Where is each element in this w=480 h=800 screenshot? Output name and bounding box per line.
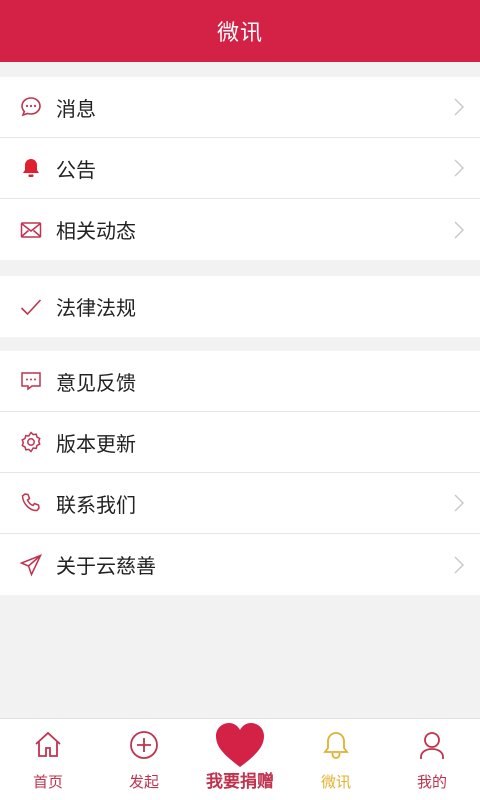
menu-item-label: 联系我们 (56, 492, 136, 517)
tab-home[interactable]: 首页 (0, 719, 96, 800)
tab-news[interactable]: 微讯 (288, 719, 384, 800)
checkmark-icon (18, 294, 44, 320)
menu-item-label: 相关动态 (56, 219, 136, 243)
bell-icon (320, 729, 352, 761)
envelope-icon (18, 217, 44, 243)
menu-item-announcements[interactable]: 公告 (0, 138, 480, 199)
tab-launch[interactable]: 发起 (96, 719, 192, 800)
tab-label: 发起 (128, 773, 159, 791)
tab-label: 我的 (416, 773, 447, 791)
menu-item-feedback[interactable]: 意见反馈 (0, 351, 480, 412)
tab-mine[interactable]: 我的 (384, 719, 480, 800)
send-icon (18, 552, 44, 578)
chevron-right-icon (454, 98, 464, 116)
chevron-right-icon (454, 159, 464, 177)
phone-icon (18, 490, 44, 516)
tab-donate[interactable]: 我要捐赠 (192, 719, 288, 800)
menu-item-label: 版本更新 (56, 431, 136, 456)
chevron-right-icon (454, 556, 464, 574)
page-title: 微讯 (216, 21, 263, 46)
plus-circle-icon (128, 729, 160, 761)
menu-item-update[interactable]: 版本更新 (0, 412, 480, 473)
app-header: 微讯 (0, 0, 480, 62)
chevron-right-icon (454, 221, 464, 239)
tab-label: 我要捐赠 (206, 772, 274, 792)
gear-icon (18, 429, 44, 455)
feedback-icon (18, 368, 44, 394)
menu-item-news[interactable]: 相关动态 (0, 199, 480, 260)
menu-item-about[interactable]: 关于云慈善 (0, 534, 480, 595)
menu-item-label: 公告 (56, 157, 96, 182)
menu-item-label: 法律法规 (56, 296, 136, 320)
menu-item-label: 消息 (56, 96, 96, 121)
menu-group-1: 消息 公告 相关动态 (0, 77, 480, 260)
menu-item-label: 关于云慈善 (56, 554, 156, 578)
tab-label: 微讯 (320, 773, 351, 791)
bell-icon (18, 155, 44, 181)
bottom-tab-bar: 首页 发起 我要捐赠 微讯 我的 (0, 718, 480, 800)
menu-item-messages[interactable]: 消息 (0, 77, 480, 138)
home-icon (32, 729, 64, 761)
chevron-right-icon (454, 494, 464, 512)
menu-item-contact[interactable]: 联系我们 (0, 473, 480, 534)
user-icon (416, 729, 448, 761)
menu-item-laws[interactable]: 法律法规 (0, 276, 480, 337)
menu-item-label: 意见反馈 (56, 370, 136, 395)
tab-label: 首页 (32, 773, 63, 791)
menu-group-2: 法律法规 (0, 276, 480, 337)
menu-group-3: 意见反馈 版本更新 联系我们 关于云慈善 (0, 351, 480, 595)
heart-icon (214, 721, 266, 769)
chat-bubble-icon (18, 94, 44, 120)
